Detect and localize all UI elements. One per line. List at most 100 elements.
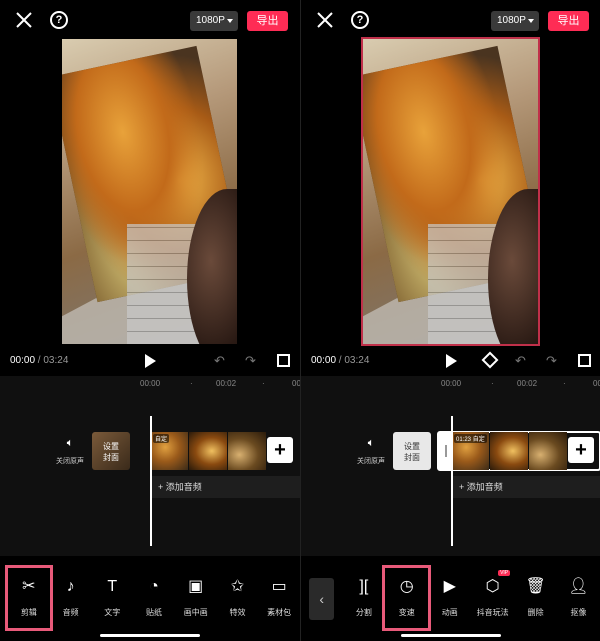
clip-badge: 01:23 自定 <box>454 434 487 443</box>
help-icon[interactable]: ? <box>50 11 68 29</box>
set-cover-button[interactable]: 设置 封面 <box>393 432 431 470</box>
tool-label: 变速 <box>398 608 415 617</box>
clip-duration: 01:23 <box>456 437 472 443</box>
tool-douyin-effects[interactable]: VIP ⬡ 抖音玩法 <box>471 568 514 628</box>
clip-thumbnail <box>228 432 266 470</box>
tool-cutout[interactable]: 👤︎ 抠像 <box>557 568 600 628</box>
tool-edit[interactable]: ✂ 剪辑 <box>5 565 53 631</box>
cover-label-1: 设置 <box>103 442 119 451</box>
ruler-label: 00:02 <box>216 379 237 388</box>
animation-icon: ▶ <box>443 578 456 595</box>
top-bar: ? 1080P 导出 <box>0 0 300 40</box>
fullscreen-icon[interactable] <box>578 354 591 367</box>
cutout-icon: 👤︎ <box>568 578 589 595</box>
mute-label: 关闭原声 <box>357 458 385 465</box>
ruler-dot: · <box>190 379 193 388</box>
mute-original-button[interactable]: 🔈︎ 关闭原声 <box>52 436 88 468</box>
bottom-toolbar: ✂ 剪辑 ♪ 音频 T 文字 ◔ 贴纸 ▣ 画中画 ✩ 特效 ▭ 素材包 <box>0 565 300 631</box>
split-icon: ][ <box>359 578 369 595</box>
redo-icon[interactable]: ↷ <box>546 354 560 368</box>
tool-pip[interactable]: ▣ 画中画 <box>175 568 217 628</box>
redo-icon[interactable]: ↷ <box>245 354 259 368</box>
current-time: 00:00 <box>10 355 36 366</box>
ruler-dot: · <box>563 379 566 388</box>
caret-down-icon <box>528 19 534 23</box>
timeline[interactable]: 00:00 · 00:02 · 00 🔈︎ 关闭原声 设置封面 01:23 自定… <box>301 376 600 556</box>
tool-text[interactable]: T 文字 <box>91 568 133 628</box>
resolution-dropdown[interactable]: 1080P <box>491 11 539 31</box>
vip-badge: VIP <box>498 570 511 576</box>
sticker-icon: ◔ <box>149 578 159 595</box>
cover-label-2: 封面 <box>103 453 119 462</box>
tool-effects[interactable]: ✩ 特效 <box>217 568 259 628</box>
play-icon[interactable] <box>145 354 156 368</box>
clip-thumbnail <box>189 432 227 470</box>
home-indicator <box>401 634 501 637</box>
playhead[interactable] <box>451 416 453 546</box>
undo-icon[interactable]: ↶ <box>214 354 228 368</box>
clip-badge: 自定 <box>153 434 170 443</box>
tool-label: 剪辑 <box>20 608 37 617</box>
timeline[interactable]: 00:00 · 00:02 · 00 🔈︎ 关闭原声 设置封面 自定 + + 添… <box>0 376 300 556</box>
keyframe-icon[interactable] <box>481 351 499 369</box>
clip-thumbnail: 01:23 自定 <box>451 432 489 470</box>
clip-thumbnail: 自定 <box>150 432 188 470</box>
ruler-label: 00:00 <box>441 379 462 388</box>
close-icon[interactable] <box>315 10 335 30</box>
video-preview[interactable] <box>62 39 237 344</box>
help-icon[interactable]: ? <box>351 11 369 29</box>
tool-material[interactable]: ▭ 素材包 <box>258 568 300 628</box>
tool-animation[interactable]: ▶ 动画 <box>428 568 471 628</box>
tool-delete[interactable]: 🗑︎ 删除 <box>514 568 557 628</box>
tool-split[interactable]: ][ 分割 <box>342 568 385 628</box>
set-cover-button[interactable]: 设置 封面 <box>92 432 130 470</box>
tool-sticker[interactable]: ◔ 贴纸 <box>133 568 175 628</box>
tool-label: 动画 <box>441 608 458 617</box>
speed-icon: ◷ <box>399 578 414 595</box>
add-audio-button[interactable]: + 添加音频 <box>150 476 300 498</box>
ruler-label: 00:02 <box>517 379 538 388</box>
undo-icon[interactable]: ↶ <box>515 354 529 368</box>
cover-label-1: 设置 <box>404 442 420 451</box>
editor-panel-left: ? 1080P 导出 00:00 / 03:24 ↶ ↷ 00:00 · 00:… <box>0 0 300 641</box>
home-indicator <box>100 634 200 637</box>
tool-label: 抠像 <box>570 608 587 617</box>
export-button[interactable]: 导出 <box>247 11 288 31</box>
playback-bar: 00:00 / 03:24 ↶ ↷ <box>0 350 300 372</box>
fullscreen-icon[interactable] <box>277 354 290 367</box>
resolution-value: 1080P <box>196 15 225 26</box>
mute-original-button[interactable]: 🔈︎ 关闭原声 <box>353 436 389 468</box>
chevron-left-icon: ‹ <box>319 591 325 607</box>
tool-label: 删除 <box>527 608 544 617</box>
music-icon: ♪ <box>66 578 75 595</box>
material-icon: ▭ <box>271 578 287 595</box>
tool-label: 贴纸 <box>146 608 163 617</box>
top-bar: ? 1080P 导出 <box>301 0 600 40</box>
clip-badge-text: 自定 <box>472 437 485 443</box>
resolution-dropdown[interactable]: 1080P <box>190 11 238 31</box>
text-icon: T <box>107 578 118 595</box>
tool-label: 素材包 <box>267 608 292 617</box>
tool-speed[interactable]: ◷ 变速 <box>382 565 432 631</box>
export-button[interactable]: 导出 <box>548 11 589 31</box>
add-clip-button[interactable]: + <box>568 437 594 463</box>
effects-icon: ✩ <box>230 578 245 595</box>
time-display: 00:00 / 03:24 <box>311 355 369 366</box>
delete-icon: 🗑︎ <box>525 578 546 595</box>
playhead[interactable] <box>150 416 152 546</box>
back-button[interactable]: ‹ <box>309 578 335 620</box>
bottom-toolbar: ‹ ][ 分割 ◷ 变速 ▶ 动画 VIP ⬡ 抖音玩法 🗑︎ 删除 👤︎ 抠像 <box>301 565 600 631</box>
time-ruler: 00:00 · 00:02 · 00 <box>0 376 300 390</box>
clip-thumbnail <box>490 432 528 470</box>
clip-thumbnail <box>529 432 567 470</box>
current-time: 00:00 <box>311 355 337 366</box>
tool-label: 分割 <box>355 608 372 617</box>
tool-label: 抖音玩法 <box>476 608 509 617</box>
add-audio-button[interactable]: + 添加音频 <box>451 476 600 498</box>
tool-audio[interactable]: ♪ 音频 <box>50 568 92 628</box>
add-clip-button[interactable]: + <box>267 437 293 463</box>
video-preview[interactable] <box>361 37 540 346</box>
cover-label-2: 封面 <box>404 453 420 462</box>
play-icon[interactable] <box>446 354 457 368</box>
close-icon[interactable] <box>14 10 34 30</box>
